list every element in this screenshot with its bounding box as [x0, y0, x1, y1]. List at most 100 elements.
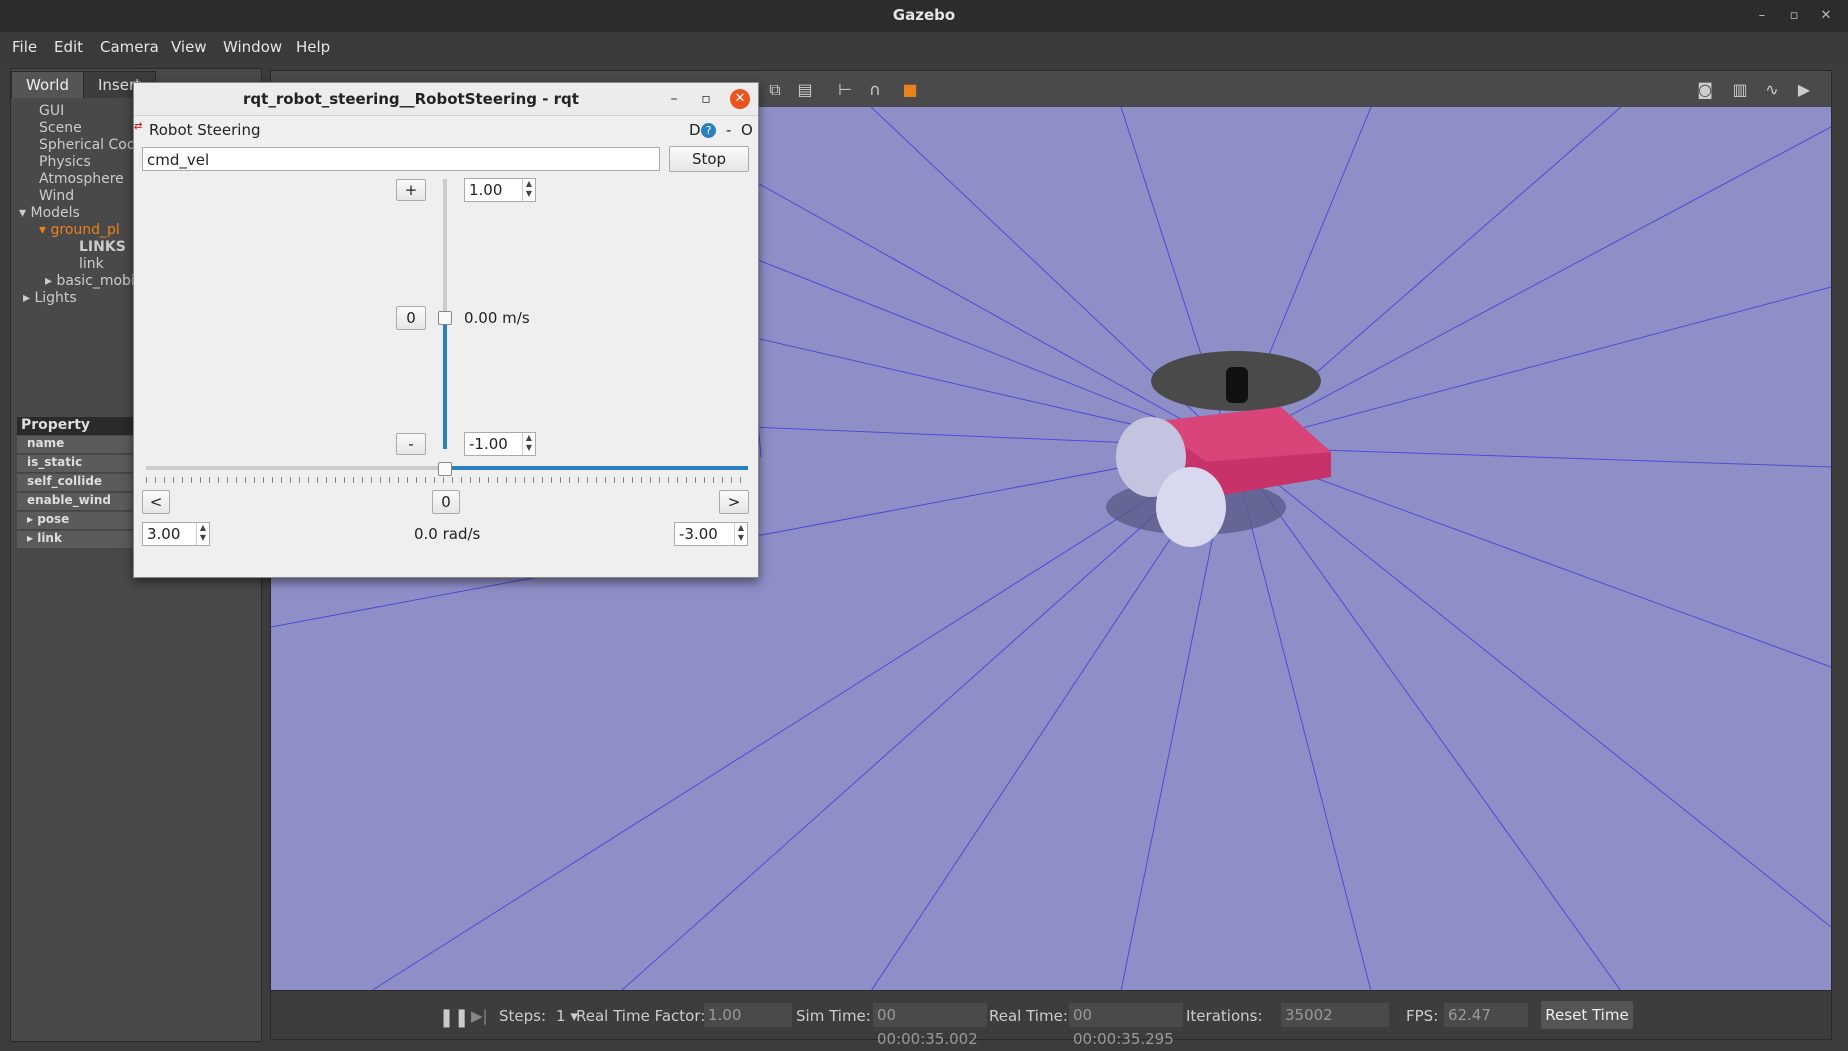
tree-item-ground-plane[interactable]: ▾ ground_pl	[39, 222, 120, 238]
min-angular-value: -3.00	[679, 525, 718, 543]
tree-item-link[interactable]: link	[79, 256, 104, 272]
zero-linear-button[interactable]: 0	[396, 306, 426, 330]
expand-right-icon[interactable]: ▸	[45, 273, 56, 289]
linear-slider-handle[interactable]	[438, 311, 452, 325]
rtf-field: 1.00	[704, 1003, 792, 1027]
tree-item-scene[interactable]: Scene	[39, 120, 82, 136]
menu-window[interactable]: Window	[223, 38, 282, 56]
align-icon[interactable]: ⊢	[836, 81, 854, 99]
tree-item-links[interactable]: LINKS	[79, 239, 126, 255]
tree-item-models[interactable]: ▾ Models	[19, 205, 80, 221]
expand-right-icon[interactable]: ▸	[27, 512, 37, 526]
tree-item-models-label: Models	[30, 205, 80, 221]
menu-help[interactable]: Help	[296, 38, 330, 56]
fps-label: FPS:	[1406, 1007, 1439, 1025]
steps-label: Steps:	[499, 1007, 547, 1025]
tree-item-basic-mobile[interactable]: ▸ basic_mobi	[45, 273, 135, 289]
property-link-label: link	[37, 531, 62, 545]
video-record-icon[interactable]: ▶	[1795, 81, 1813, 99]
angular-velocity-label: 0.0 rad/s	[414, 525, 481, 543]
close-plugin-button[interactable]: O	[741, 121, 753, 139]
steps-value-text: 1	[556, 1007, 566, 1025]
increase-linear-button[interactable]: +	[396, 179, 426, 201]
min-linear-value: -1.00	[469, 435, 508, 453]
steps-value[interactable]: 1 ▾	[556, 1007, 578, 1025]
max-linear-spinbox[interactable]: 1.00 ▲ ▼	[464, 178, 536, 202]
spin-arrows-icon[interactable]: ▲ ▼	[196, 523, 209, 545]
menu-view[interactable]: View	[171, 38, 207, 56]
plot-icon[interactable]: ∿	[1763, 81, 1781, 99]
screenshot-icon[interactable]: ◙	[1696, 81, 1714, 99]
tree-item-lights[interactable]: ▸ Lights	[23, 290, 77, 306]
view-angle-icon[interactable]: ■	[901, 81, 919, 99]
menu-bar: File Edit Camera View Window Help	[0, 32, 1848, 62]
max-angular-spinbox[interactable]: 3.00 ▲ ▼	[142, 522, 210, 546]
maximize-icon[interactable]: ▫	[696, 89, 716, 109]
step-icon[interactable]: ▶|	[471, 1007, 488, 1025]
expand-right-icon[interactable]: ▸	[27, 531, 37, 545]
min-angular-spinbox[interactable]: -3.00 ▲ ▼	[674, 522, 748, 546]
rtf-label: Real Time Factor:	[576, 1007, 706, 1025]
decrease-linear-button[interactable]: -	[396, 433, 426, 455]
real-time-label: Real Time:	[989, 1007, 1068, 1025]
plugin-icon: ⇄	[134, 121, 143, 132]
max-angular-value: 3.00	[147, 525, 181, 543]
rqt-title-bar: rqt_robot_steering__RobotSteering - rqt …	[134, 83, 758, 116]
max-linear-value: 1.00	[469, 181, 503, 199]
copy-icon[interactable]: ⧉	[766, 81, 784, 99]
menu-file[interactable]: File	[12, 38, 37, 56]
close-icon[interactable]: ✕	[1816, 6, 1836, 26]
topic-input[interactable]: cmd_vel	[142, 147, 660, 171]
reset-time-button[interactable]: Reset Time	[1541, 1001, 1633, 1029]
spin-arrows-icon[interactable]: ▲ ▼	[522, 433, 535, 455]
rqt-window: rqt_robot_steering__RobotSteering - rqt …	[133, 82, 759, 578]
zero-angular-button[interactable]: 0	[432, 490, 460, 514]
spin-arrows-icon[interactable]: ▲ ▼	[734, 523, 747, 545]
turn-right-button[interactable]: >	[719, 490, 749, 514]
expand-right-icon[interactable]: ▸	[23, 290, 34, 306]
expand-down-icon[interactable]: ▾	[19, 205, 30, 221]
iterations-label: Iterations:	[1186, 1007, 1263, 1025]
sim-time-field: 00 00:00:35.002	[873, 1003, 987, 1048]
dock-button[interactable]: D	[689, 121, 701, 139]
tree-item-lights-label: Lights	[34, 290, 77, 306]
status-bar: ❚❚ ▶| Steps: 1 ▾ Real Time Factor: 1.00 …	[270, 990, 1832, 1048]
tree-item-wind[interactable]: Wind	[39, 188, 74, 204]
help-icon[interactable]: ?	[701, 123, 716, 138]
spin-arrows-icon[interactable]: ▲ ▼	[522, 179, 535, 201]
tree-item-basic-label: basic_mobi	[56, 273, 135, 289]
angular-slider-fill	[445, 466, 748, 470]
minimize-plugin-button[interactable]: -	[726, 121, 731, 139]
menu-edit[interactable]: Edit	[54, 38, 83, 56]
tree-item-spherical[interactable]: Spherical Coo	[39, 137, 135, 153]
pause-icon[interactable]: ❚❚	[439, 1007, 469, 1028]
fps-field: 62.47	[1444, 1003, 1528, 1027]
plugin-name: Robot Steering	[149, 121, 261, 139]
min-linear-spinbox[interactable]: -1.00 ▲ ▼	[464, 432, 536, 456]
minimize-icon[interactable]: –	[664, 89, 684, 109]
angular-slider-ticks	[146, 477, 748, 483]
tree-item-physics[interactable]: Physics	[39, 154, 91, 170]
paste-icon[interactable]: ▤	[796, 81, 814, 99]
title-bar: Gazebo – ▫ ✕	[0, 0, 1848, 32]
log-icon[interactable]: ▥	[1731, 81, 1749, 99]
linear-slider-fill	[443, 317, 447, 449]
turn-left-button[interactable]: <	[142, 490, 170, 514]
property-pose-label: pose	[37, 512, 70, 526]
window-title: Gazebo	[892, 6, 956, 24]
minimize-icon[interactable]: –	[1752, 6, 1772, 26]
tree-item-gui[interactable]: GUI	[39, 103, 64, 119]
front-wheel	[1156, 467, 1226, 547]
maximize-icon[interactable]: ▫	[1784, 6, 1804, 26]
tree-item-atmosphere[interactable]: Atmosphere	[39, 171, 124, 187]
menu-camera[interactable]: Camera	[100, 38, 159, 56]
tab-world[interactable]: World	[11, 71, 84, 98]
real-time-field: 00 00:00:35.295	[1069, 1003, 1183, 1048]
stop-button[interactable]: Stop	[669, 146, 749, 172]
tree-item-ground-label: ground_pl	[50, 222, 120, 238]
expand-down-icon[interactable]: ▾	[39, 222, 50, 238]
linear-velocity-label: 0.00 m/s	[464, 309, 530, 327]
snap-magnet-icon[interactable]: ∩	[866, 81, 884, 99]
angular-slider-handle[interactable]	[438, 462, 452, 476]
close-icon[interactable]: ✕	[730, 89, 750, 109]
